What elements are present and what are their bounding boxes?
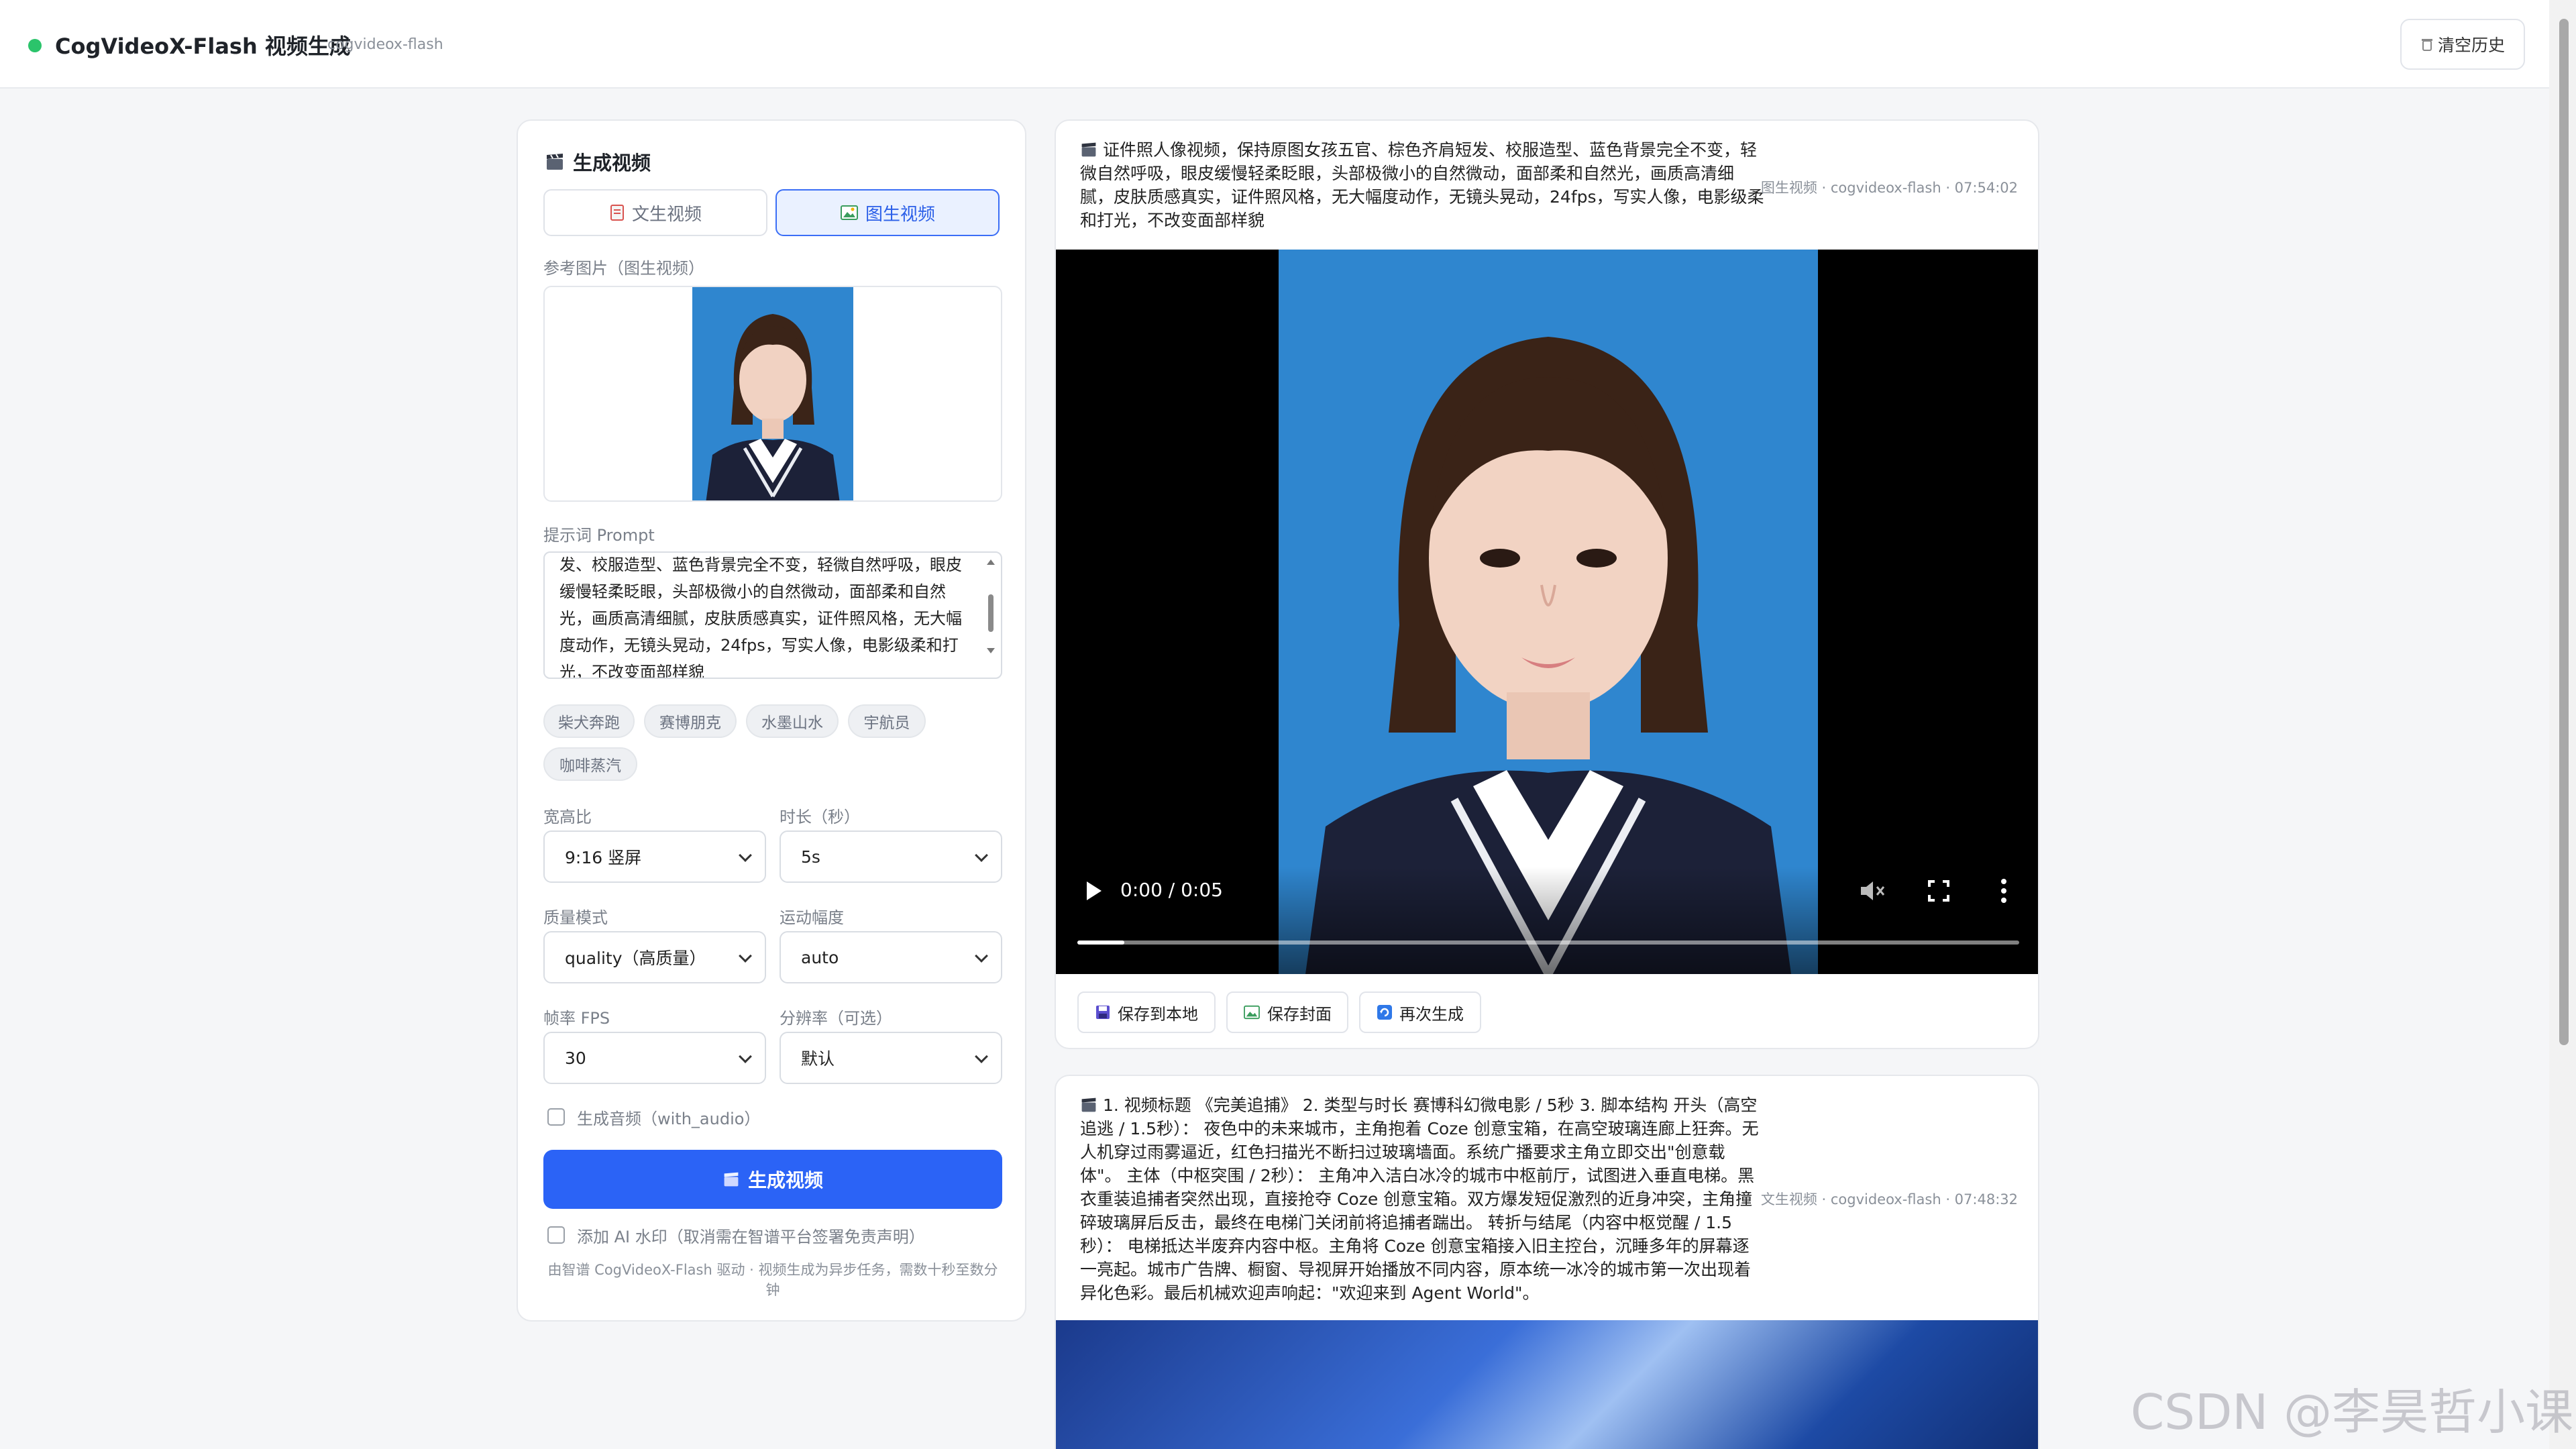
save-local-button[interactable]: 保存到本地	[1077, 991, 1216, 1033]
motion-select[interactable]: auto	[780, 931, 1002, 983]
video-frame	[1279, 250, 1818, 974]
prompt-scrollbar[interactable]	[985, 557, 997, 675]
chevron-down-icon	[739, 949, 752, 963]
motion-label: 运动幅度	[780, 908, 844, 927]
aspect-label: 宽高比	[543, 808, 592, 826]
history-prompt-text: 1. 视频标题 《完美追捕》 2. 类型与时长 赛博科幻微电影 / 5秒 3. …	[1080, 1095, 1759, 1303]
history-prompt: 证件照人像视频，保持原图女孩五官、棕色齐肩短发、校服造型、蓝色背景完全不变，轻微…	[1080, 138, 1764, 232]
history-prompt-text: 证件照人像视频，保持原图女孩五官、棕色齐肩短发、校服造型、蓝色背景完全不变，轻微…	[1080, 140, 1764, 230]
resolution-value: 默认	[801, 1049, 835, 1069]
page-scrollbar-thumb[interactable]	[2559, 19, 2569, 1045]
resolution-label: 分辨率（可选）	[780, 1009, 892, 1028]
chevron-down-icon	[975, 949, 988, 963]
chevron-down-icon	[739, 849, 752, 862]
clear-history-button[interactable]: 清空历史	[2400, 19, 2525, 70]
watermark-checkbox[interactable]	[547, 1226, 565, 1244]
video-time: 0:00 / 0:05	[1120, 879, 1223, 901]
tab-image-to-video[interactable]: 图生视频	[775, 189, 1000, 236]
regenerate-button[interactable]: 再次生成	[1359, 991, 1481, 1033]
panel-title: 生成视频	[545, 148, 651, 176]
site-watermark: CSDN @李昊哲小课	[2131, 1384, 2574, 1440]
panel-title-text: 生成视频	[573, 152, 651, 174]
ref-image-label: 参考图片（图生视频）	[543, 259, 704, 278]
duration-select[interactable]: 5s	[780, 830, 1002, 883]
quality-label: 质量模式	[543, 908, 608, 927]
more-options-icon[interactable]	[1999, 877, 2008, 904]
fullscreen-icon[interactable]	[1927, 879, 1951, 903]
chevron-down-icon	[739, 1050, 752, 1063]
ref-image-thumbnail	[692, 287, 853, 500]
status-dot	[28, 39, 42, 52]
save-cover-button[interactable]: 保存封面	[1226, 991, 1348, 1033]
memo-icon	[610, 205, 624, 221]
quality-value: quality（高质量）	[565, 949, 706, 968]
history-card: 证件照人像视频，保持原图女孩五官、棕色齐肩短发、校服造型、蓝色背景完全不变，轻微…	[1055, 119, 2039, 1049]
generate-button-label: 生成视频	[747, 1169, 823, 1191]
save-cover-label: 保存封面	[1267, 1004, 1332, 1024]
preset-chip[interactable]: 柴犬奔跑	[543, 704, 635, 738]
fps-value: 30	[565, 1048, 586, 1068]
audio-label: 生成音频（with_audio）	[577, 1110, 761, 1128]
clapperboard-icon	[1081, 1097, 1096, 1112]
prompt-label: 提示词 Prompt	[543, 526, 655, 545]
fps-label: 帧率 FPS	[543, 1009, 610, 1028]
app-header: CogVideoX-Flash 视频生成 cogvideox-flash 清空历…	[0, 0, 2549, 89]
volume-icon[interactable]	[1858, 879, 1885, 903]
prompt-value: 发、校服造型、蓝色背景完全不变，轻微自然呼吸，眼皮缓慢轻柔眨眼，头部极微小的自然…	[559, 555, 962, 679]
aspect-value: 9:16 竖屏	[565, 848, 642, 867]
watermark-label: 添加 AI 水印（取消需在智谱平台签署免责声明）	[577, 1228, 925, 1246]
aspect-select[interactable]: 9:16 竖屏	[543, 830, 766, 883]
footnote: 由智谱 CogVideoX-Flash 驱动 · 视频生成为异步任务，需数十秒至…	[547, 1262, 998, 1298]
video-progress-track[interactable]	[1077, 941, 2019, 945]
prompt-textarea[interactable]: 发、校服造型、蓝色背景完全不变，轻微自然呼吸，眼皮缓慢轻柔眨眼，头部极微小的自然…	[543, 551, 1002, 679]
fps-select[interactable]: 30	[543, 1032, 766, 1084]
motion-value: auto	[801, 947, 839, 967]
duration-label: 时长（秒）	[780, 808, 860, 826]
tab-text-to-video[interactable]: 文生视频	[543, 189, 767, 236]
chevron-down-icon	[975, 849, 988, 862]
preset-chip[interactable]: 宇航员	[848, 704, 926, 738]
quality-select[interactable]: quality（高质量）	[543, 931, 766, 983]
history-card: 1. 视频标题 《完美追捕》 2. 类型与时长 赛博科幻微电影 / 5秒 3. …	[1055, 1075, 2039, 1449]
regenerate-label: 再次生成	[1399, 1004, 1464, 1024]
clapperboard-icon	[1081, 142, 1096, 157]
save-local-label: 保存到本地	[1118, 1004, 1198, 1024]
video-player[interactable]: 0:00 / 0:05	[1056, 250, 2038, 974]
clear-history-label: 清空历史	[2437, 36, 2505, 55]
audio-checkbox[interactable]	[547, 1108, 565, 1126]
clapperboard-icon	[724, 1172, 739, 1187]
floppy-disk-icon	[1096, 1006, 1110, 1019]
preset-chip[interactable]: 赛博朋克	[644, 704, 737, 738]
resolution-select[interactable]: 默认	[780, 1032, 1002, 1084]
refresh-icon	[1377, 1005, 1392, 1020]
ref-image-dropzone[interactable]	[543, 286, 1002, 502]
chevron-down-icon	[975, 1050, 988, 1063]
history-prompt: 1. 视频标题 《完美追捕》 2. 类型与时长 赛博科幻微电影 / 5秒 3. …	[1080, 1093, 1764, 1305]
video-thumbnail[interactable]	[1056, 1320, 2038, 1449]
model-name: cogvideox-flash	[327, 36, 443, 53]
clapperboard-icon	[547, 154, 563, 170]
play-icon	[1087, 881, 1102, 900]
generate-panel: 生成视频 文生视频 图生视频 参考图片（图生视频） 提示词 Prompt 发、校…	[517, 119, 1026, 1322]
video-progress-fill	[1077, 941, 1124, 945]
preset-chip[interactable]: 水墨山水	[746, 704, 839, 738]
duration-value: 5s	[801, 847, 820, 867]
tab-image-to-video-label: 图生视频	[865, 204, 935, 225]
history-meta: 文生视频 · cogvideox-flash · 07:48:32	[1760, 1191, 2018, 1208]
app-title: CogVideoX-Flash 视频生成	[55, 34, 351, 59]
trash-icon	[2421, 39, 2432, 51]
picture-icon	[1244, 1005, 1260, 1020]
tab-text-to-video-label: 文生视频	[631, 204, 702, 225]
history-meta: 图生视频 · cogvideox-flash · 07:54:02	[1760, 180, 2018, 196]
preset-chip[interactable]: 咖啡蒸汽	[543, 747, 637, 781]
picture-icon	[840, 205, 858, 220]
generate-button[interactable]: 生成视频	[543, 1150, 1002, 1209]
